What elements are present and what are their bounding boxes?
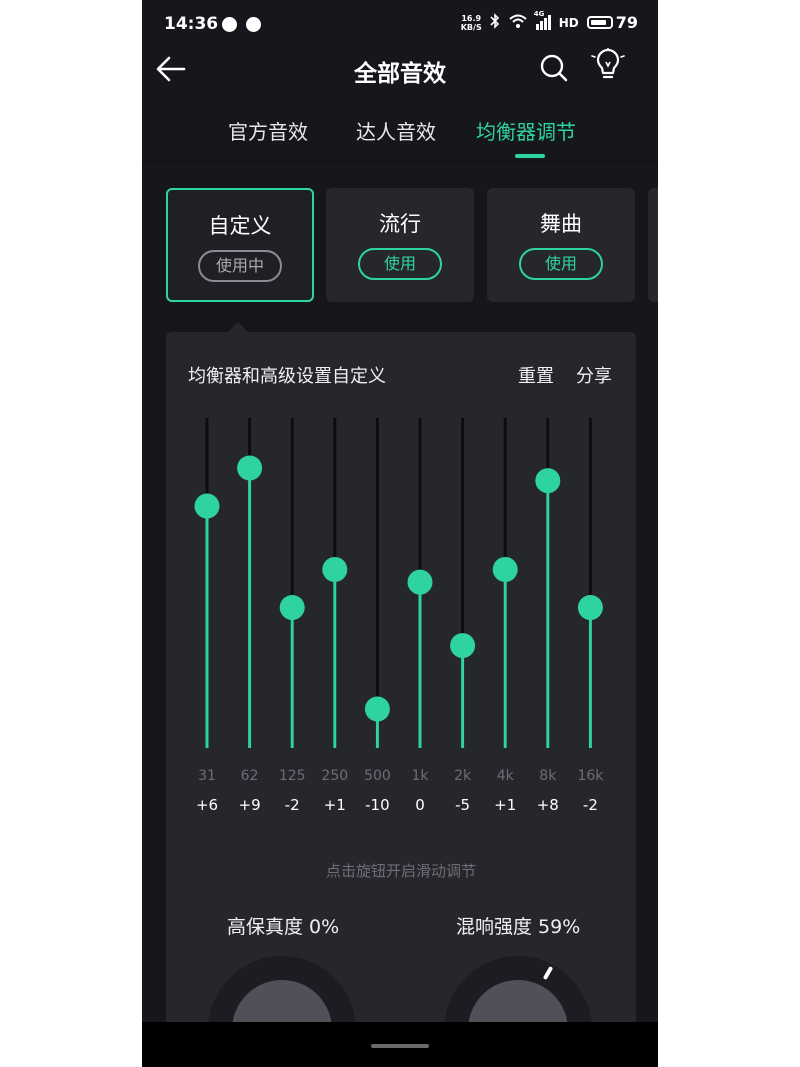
status-icons: 16.9 KB/S 4G HD 79 xyxy=(461,10,638,32)
panel-pointer xyxy=(228,322,248,332)
eq-handle-16k[interactable] xyxy=(577,595,603,621)
preset-card-dance[interactable]: 舞曲 使用 xyxy=(487,188,635,302)
title-bar: 全部音效 xyxy=(142,42,658,94)
battery-level: 79 xyxy=(615,13,638,32)
eq-gain-label: +1 xyxy=(494,796,516,814)
eq-freq-label: 250 xyxy=(321,768,348,784)
eq-handle-250[interactable] xyxy=(322,556,348,582)
tab-equalizer[interactable]: 均衡器调节 xyxy=(476,116,576,145)
wifi-icon xyxy=(508,13,528,32)
eq-gain-label: +6 xyxy=(196,796,218,814)
home-indicator[interactable] xyxy=(371,1044,429,1048)
eq-freq-label: 125 xyxy=(279,768,306,784)
preset-name: 流行 xyxy=(379,212,421,236)
tab-bar: 官方音效 达人音效 均衡器调节 xyxy=(142,108,658,158)
eq-handle-500[interactable] xyxy=(364,696,390,722)
eq-handle-31[interactable] xyxy=(194,493,220,519)
knob-hint: 点击旋钮开启滑动调节 xyxy=(325,862,476,880)
app-screen: 14:36 16.9 KB/S 4G HD 79 全部音效 官方音效 达人音效 … xyxy=(142,0,658,1067)
reverb-knob-indicator xyxy=(542,965,554,981)
tab-expert-effects[interactable]: 达人音效 xyxy=(356,116,436,145)
preset-use-button[interactable]: 使用 xyxy=(358,248,442,280)
equalizer-panel: 均衡器和高级设置自定义 重置 分享 31 +6 62 +9 125 -2 250 +1 500-… xyxy=(166,332,636,1067)
navigation-bar xyxy=(142,1022,658,1067)
preset-use-button[interactable]: 使用 xyxy=(519,248,603,280)
eq-freq-label: 500 xyxy=(364,768,391,784)
eq-freq-label: 1k xyxy=(411,768,429,784)
eq-gain-label: -10 xyxy=(365,796,390,814)
battery-icon xyxy=(586,16,613,29)
bluetooth-icon xyxy=(490,13,500,32)
eq-handle-125[interactable] xyxy=(279,595,305,621)
net-speed-unit: KB/S xyxy=(460,22,482,32)
eq-gain-label: +1 xyxy=(324,796,346,814)
eq-gain-label: 0 xyxy=(415,796,425,814)
eq-freq-label: 4k xyxy=(497,768,515,784)
net-speed-value: 16.9 xyxy=(461,13,482,23)
reverb-label: 混响强度 59% xyxy=(456,916,581,938)
eq-freq-label: 8k xyxy=(539,768,557,784)
preset-card-partial[interactable] xyxy=(648,188,658,302)
eq-handle-8k[interactable] xyxy=(535,468,561,494)
preset-card-custom[interactable]: 自定义 使用中 xyxy=(166,188,314,302)
message-icon xyxy=(246,17,261,32)
preset-name: 舞曲 xyxy=(540,212,582,236)
net-speed: 16.9 KB/S xyxy=(461,14,482,32)
eq-handle-4k[interactable] xyxy=(492,556,518,582)
eq-gain-label: -2 xyxy=(285,796,300,814)
eq-freq-label: 62 xyxy=(241,768,259,784)
notification-icon xyxy=(222,17,237,32)
eq-handle-1k[interactable] xyxy=(407,569,433,595)
preset-name: 自定义 xyxy=(208,214,272,238)
hd-icon: HD xyxy=(558,15,579,30)
active-tab-indicator xyxy=(515,154,545,158)
equalizer-sliders: 31 +6 62 +9 125 -2 250 +1 500 -10 1k 0 2k -5 4k +1 8k +8 1… xyxy=(194,418,604,814)
eq-freq-label: 16k xyxy=(577,768,604,784)
eq-gain-label: +8 xyxy=(537,796,559,814)
search-icon[interactable] xyxy=(538,52,570,84)
network-type: 4G xyxy=(533,10,545,18)
tab-official-effects[interactable]: 官方音效 xyxy=(228,116,308,145)
preset-card-pop[interactable]: 流行 使用 xyxy=(326,188,474,302)
battery-indicator: 79 xyxy=(586,13,638,32)
eq-gain-label: -5 xyxy=(455,796,470,814)
eq-freq-label: 31 xyxy=(198,768,216,784)
eq-gain-label: +9 xyxy=(239,796,261,814)
status-time: 14:36 xyxy=(164,14,219,34)
eq-gain-label: -2 xyxy=(583,796,598,814)
fidelity-label: 高保真度 0% xyxy=(227,916,340,938)
eq-handle-62[interactable] xyxy=(237,455,263,481)
lightbulb-icon[interactable] xyxy=(590,47,626,84)
page-title: 全部音效 xyxy=(354,61,446,87)
tabs-divider xyxy=(142,160,658,161)
eq-handle-2k[interactable] xyxy=(450,633,476,659)
signal-icon: 4G xyxy=(534,10,551,30)
preset-in-use-button[interactable]: 使用中 xyxy=(198,250,282,282)
eq-freq-label: 2k xyxy=(454,768,472,784)
